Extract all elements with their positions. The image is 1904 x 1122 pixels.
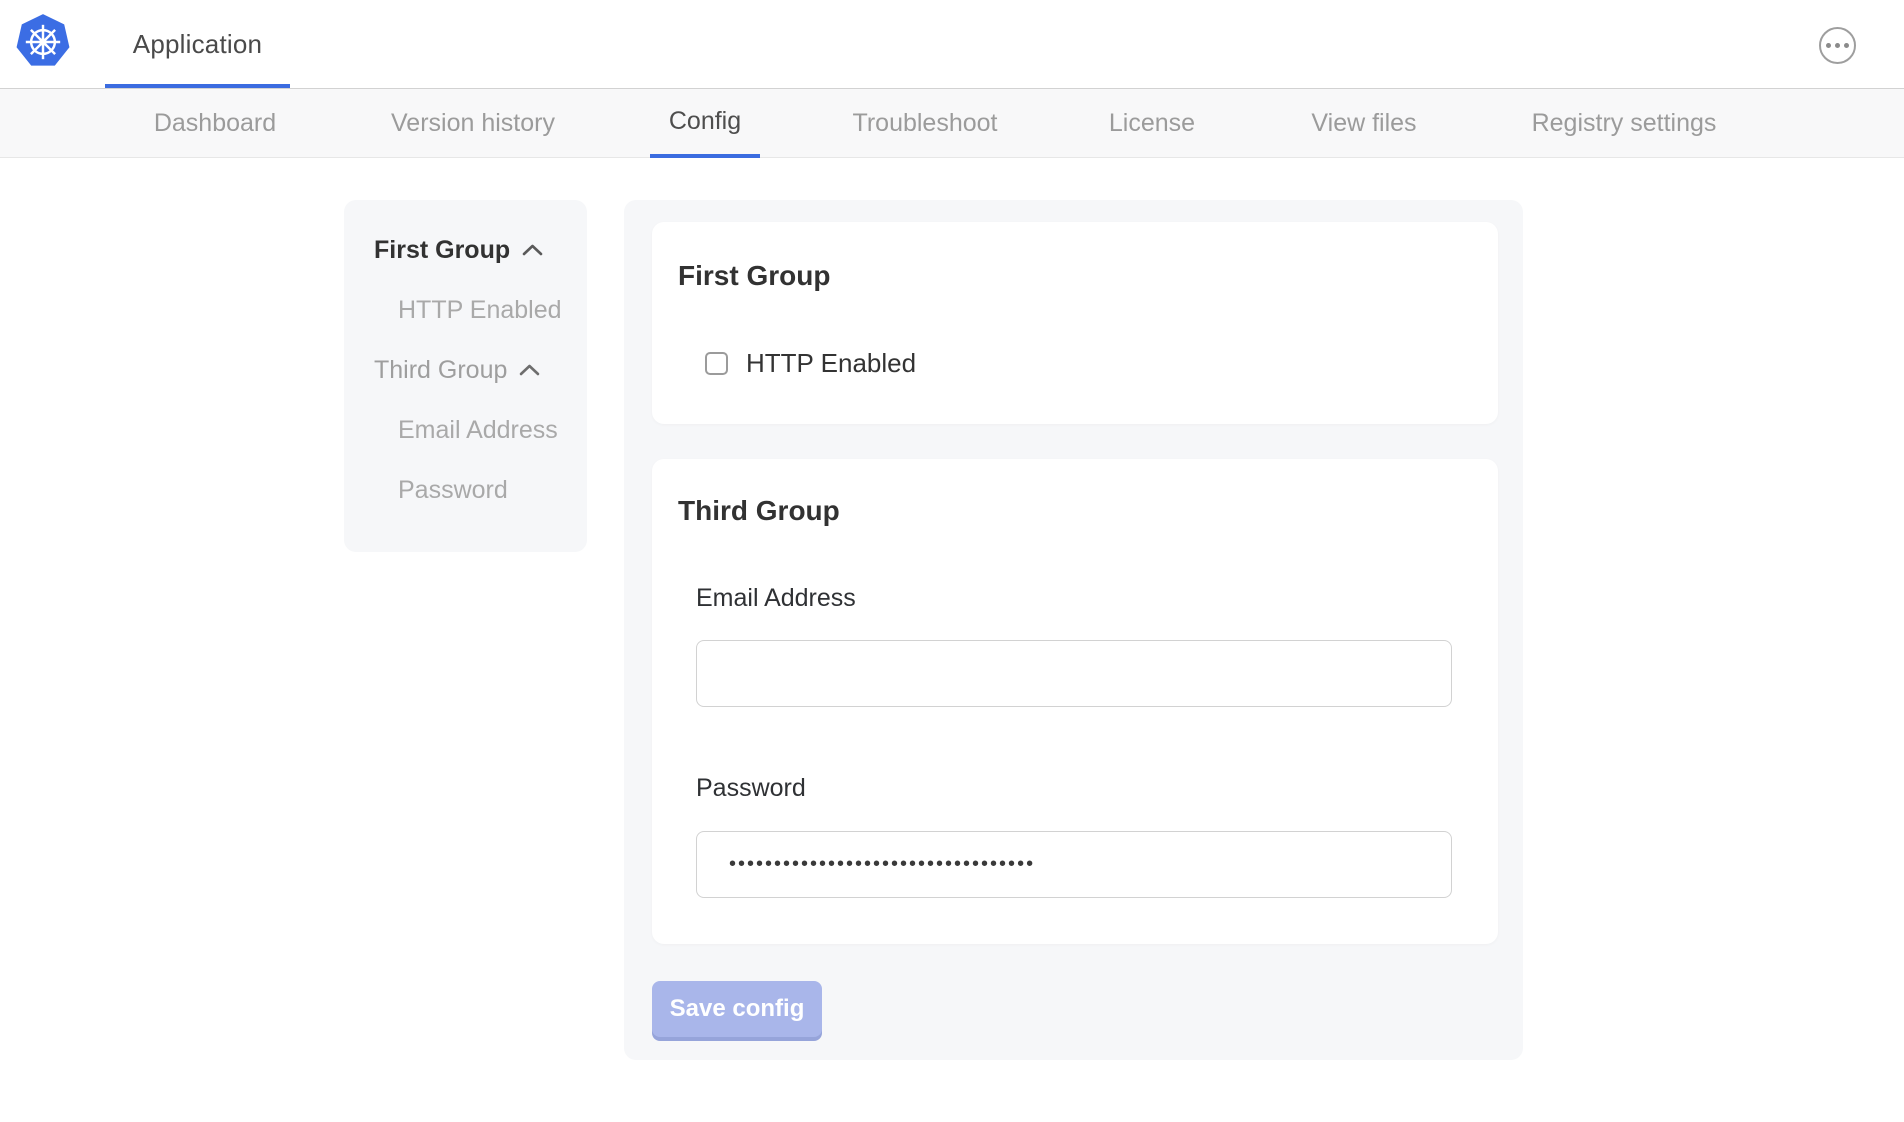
tab-registry-settings[interactable]: Registry settings bbox=[1524, 89, 1724, 158]
save-config-button[interactable]: Save config bbox=[652, 981, 822, 1037]
http-enabled-row: HTTP Enabled bbox=[705, 348, 916, 379]
password-label: Password bbox=[696, 773, 806, 803]
http-enabled-label: HTTP Enabled bbox=[746, 348, 916, 379]
app-header: Application bbox=[0, 0, 1904, 88]
config-group-third: Third Group Email Address Password bbox=[652, 459, 1498, 944]
tab-view-files[interactable]: View files bbox=[1304, 89, 1424, 158]
chevron-up-icon bbox=[522, 244, 543, 256]
password-field[interactable] bbox=[696, 831, 1452, 898]
http-enabled-checkbox[interactable] bbox=[705, 352, 728, 375]
sidebar-item-http-enabled[interactable]: HTTP Enabled bbox=[344, 280, 587, 340]
tab-troubleshoot[interactable]: Troubleshoot bbox=[845, 89, 1005, 158]
tab-dashboard[interactable]: Dashboard bbox=[145, 89, 285, 158]
sidebar-item-password[interactable]: Password bbox=[344, 460, 587, 520]
config-sidebar: First Group HTTP Enabled Third Group Ema… bbox=[344, 200, 587, 552]
overflow-menu-button[interactable] bbox=[1819, 27, 1856, 64]
sidebar-item-label: Third Group bbox=[374, 356, 507, 385]
tab-config[interactable]: Config bbox=[650, 89, 760, 158]
application-tab[interactable]: Application bbox=[105, 5, 290, 88]
sidebar-item-label: Email Address bbox=[398, 416, 558, 445]
kubernetes-icon bbox=[16, 12, 70, 72]
config-group-first: First Group HTTP Enabled bbox=[652, 222, 1498, 424]
sidebar-item-email-address[interactable]: Email Address bbox=[344, 400, 587, 460]
application-tab-label: Application bbox=[133, 29, 262, 60]
sidebar-item-first-group[interactable]: First Group bbox=[344, 220, 587, 280]
sidebar-item-third-group[interactable]: Third Group bbox=[344, 340, 587, 400]
kubernetes-logo bbox=[16, 12, 70, 72]
tab-version-history[interactable]: Version history bbox=[383, 89, 563, 158]
group-title: First Group bbox=[678, 259, 830, 293]
sidebar-item-label: HTTP Enabled bbox=[398, 296, 562, 325]
sidebar-item-label: First Group bbox=[374, 236, 510, 265]
chevron-up-icon bbox=[519, 364, 540, 376]
config-panel: First Group HTTP Enabled Third Group Ema… bbox=[624, 200, 1523, 1060]
sidebar-item-label: Password bbox=[398, 476, 508, 505]
app-navbar: Dashboard Version history Config Trouble… bbox=[0, 88, 1904, 158]
email-address-label: Email Address bbox=[696, 583, 856, 613]
ellipsis-icon bbox=[1826, 43, 1849, 48]
group-title: Third Group bbox=[678, 494, 840, 528]
email-address-field[interactable] bbox=[696, 640, 1452, 707]
tab-license[interactable]: License bbox=[1102, 89, 1202, 158]
